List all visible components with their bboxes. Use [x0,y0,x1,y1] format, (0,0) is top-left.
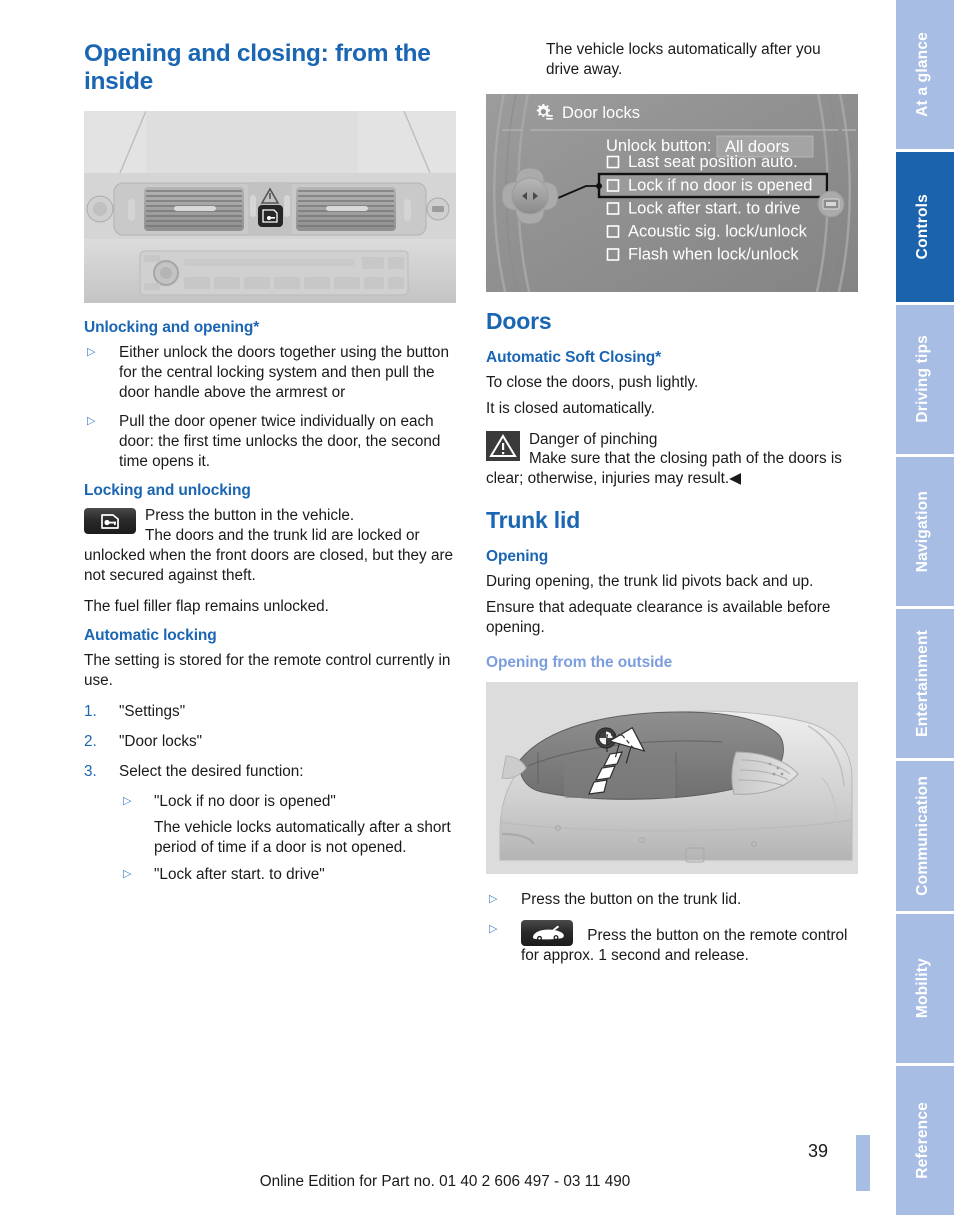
sidebar-tab-controls[interactable]: Controls [890,152,954,302]
heading-trunk-lid: Trunk lid [486,507,581,534]
heading-automatic-soft-closing: Automatic Soft Closing* [486,348,662,366]
heading-unlocking-and-opening: Unlocking and opening* [84,318,260,336]
sidebar-tab-communication[interactable]: Communication [890,761,954,911]
triangle-bullet-icon: ▷ [489,892,498,905]
manual-page: Opening and closing: from the inside Unl… [0,0,954,1215]
step-label: Select the desired function: [119,762,304,780]
locking-note: Press the button in the vehicle. The doo… [84,506,456,586]
svg-text:Flash when lock/unlock: Flash when lock/unlock [628,245,799,263]
remote-trunk-icon [521,919,573,946]
left-column: Opening and closing: from the inside Unl… [84,40,456,895]
soft-closing-line2: It is closed automatically. [486,399,655,417]
list-item: 3. Select the desired function: [84,762,456,782]
warning-triangle-icon [486,430,520,461]
tab-label: Reference [914,1101,931,1179]
chapter-tab-sidebar: At a glance Controls Driving tips Naviga… [890,0,954,1215]
automatic-locking-intro: The setting is stored for the remote con… [84,652,451,690]
sidebar-tab-entertainment[interactable]: Entertainment [890,609,954,759]
sidebar-tab-navigation[interactable]: Navigation [890,456,954,607]
list-item: ▷ "Lock if no door is opened" The vehicl… [120,792,456,858]
tab-label: Mobility [914,958,931,1019]
sidebar-tab-driving-tips[interactable]: Driving tips [890,304,954,455]
heading-opening-from-the-outside: Opening from the outside [486,653,673,671]
step-number: 2. [84,733,97,751]
option-label: "Lock if no door is opened" [154,792,336,810]
step-number: 3. [84,762,97,780]
list-item: ▷ Press the button on the remote control… [486,919,858,966]
soft-closing-line1: To close the doors, push lightly. [486,373,699,391]
list-item: ▷ Press the button on the trunk lid. [486,890,858,910]
page-number: 39 [807,1141,828,1161]
page-title: Opening and closing: from the inside [84,40,431,96]
automatic-locking-steps: 1. "Settings" 2. "Door locks" 3. Select … [84,702,456,782]
heading-locking-and-unlocking: Locking and unlocking [84,482,251,500]
option-description: The vehicle locks automatically after a … [154,818,451,856]
edition-line: Online Edition for Part no. 01 40 2 606 … [259,1173,631,1190]
svg-text:Door locks: Door locks [562,104,640,122]
sidebar-tab-reference[interactable]: Reference [890,1065,954,1215]
automatic-locking-options: ▷ "Lock if no door is opened" The vehicl… [120,792,456,886]
svg-text:Lock if no door is opened: Lock if no door is opened [628,176,812,194]
locking-line1: Press the button in the vehicle. [145,507,355,525]
heading-automatic-locking: Automatic locking [84,627,217,645]
step-number: 1. [84,703,97,721]
list-item-label: Press the button on the trunk lid. [521,890,742,908]
heading-opening: Opening [486,548,549,566]
step-label: "Door locks" [119,733,203,751]
trunk-opening-bullets: ▷ Press the button on the trunk lid. ▷ P… [486,890,858,966]
tab-label: Navigation [914,490,931,572]
page-footer: 39 Online Edition for Part no. 01 40 2 6… [0,1125,890,1215]
heading-doors: Doors [486,307,552,334]
step-label: "Settings" [119,703,186,721]
triangle-bullet-icon: ▷ [123,794,132,807]
list-item: 1. "Settings" [84,702,456,722]
trunk-opening-line2: Ensure that adequate clearance is availa… [486,599,831,636]
dashboard-center-console-photo [84,110,456,303]
warning-body: Make sure that the closing path of the d… [486,450,842,488]
intro-paragraph: The vehicle locks automatically after yo… [546,41,821,78]
tab-label: Driving tips [914,335,931,423]
warning-title: Danger of pinching [529,430,658,448]
tab-label: Controls [914,194,931,260]
tab-label: Communication [914,776,931,896]
idrive-door-locks-menu: Door locks Unlock button: All doors Last… [486,93,858,292]
list-item-label: Pull the door opener twice individually … [119,413,441,471]
fuel-flap-text: The fuel filler flap remains unlocked. [84,597,329,615]
sidebar-tab-mobility[interactable]: Mobility [890,913,954,1064]
triangle-bullet-icon: ▷ [123,868,132,881]
list-item-label: Either unlock the doors together using t… [119,343,449,401]
trunk-lid-rear-view-illustration [486,681,858,874]
sidebar-tab-at-a-glance[interactable]: At a glance [890,0,954,150]
triangle-bullet-icon: ▷ [489,922,498,935]
option-label: "Lock after start. to drive" [154,866,325,884]
list-item: ▷ Either unlock the doors together using… [84,343,456,403]
unlocking-bullet-list: ▷ Either unlock the doors together using… [84,343,456,472]
right-column: The vehicle locks automatically after yo… [486,40,858,976]
list-item: ▷ Pull the door opener twice individuall… [84,412,456,472]
tab-label: At a glance [914,32,931,118]
tab-label: Entertainment [914,630,931,738]
list-item: 2. "Door locks" [84,732,456,752]
danger-of-pinching-warning: Danger of pinching Make sure that the cl… [486,430,858,490]
triangle-bullet-icon: ▷ [87,345,96,358]
page-content: Opening and closing: from the inside Unl… [0,0,890,1215]
car-door-lock-icon [84,508,136,535]
svg-text:Lock after start. to drive: Lock after start. to drive [628,199,800,217]
svg-text:Acoustic sig. lock/unlock: Acoustic sig. lock/unlock [628,222,808,240]
trunk-opening-line1: During opening, the trunk lid pivots bac… [486,573,814,591]
list-item: ▷ "Lock after start. to drive" [120,865,456,885]
triangle-bullet-icon: ▷ [87,415,96,428]
locking-line2: The doors and the trunk lid are locked o… [84,526,454,584]
svg-text:Last seat position auto.: Last seat position auto. [628,153,798,171]
